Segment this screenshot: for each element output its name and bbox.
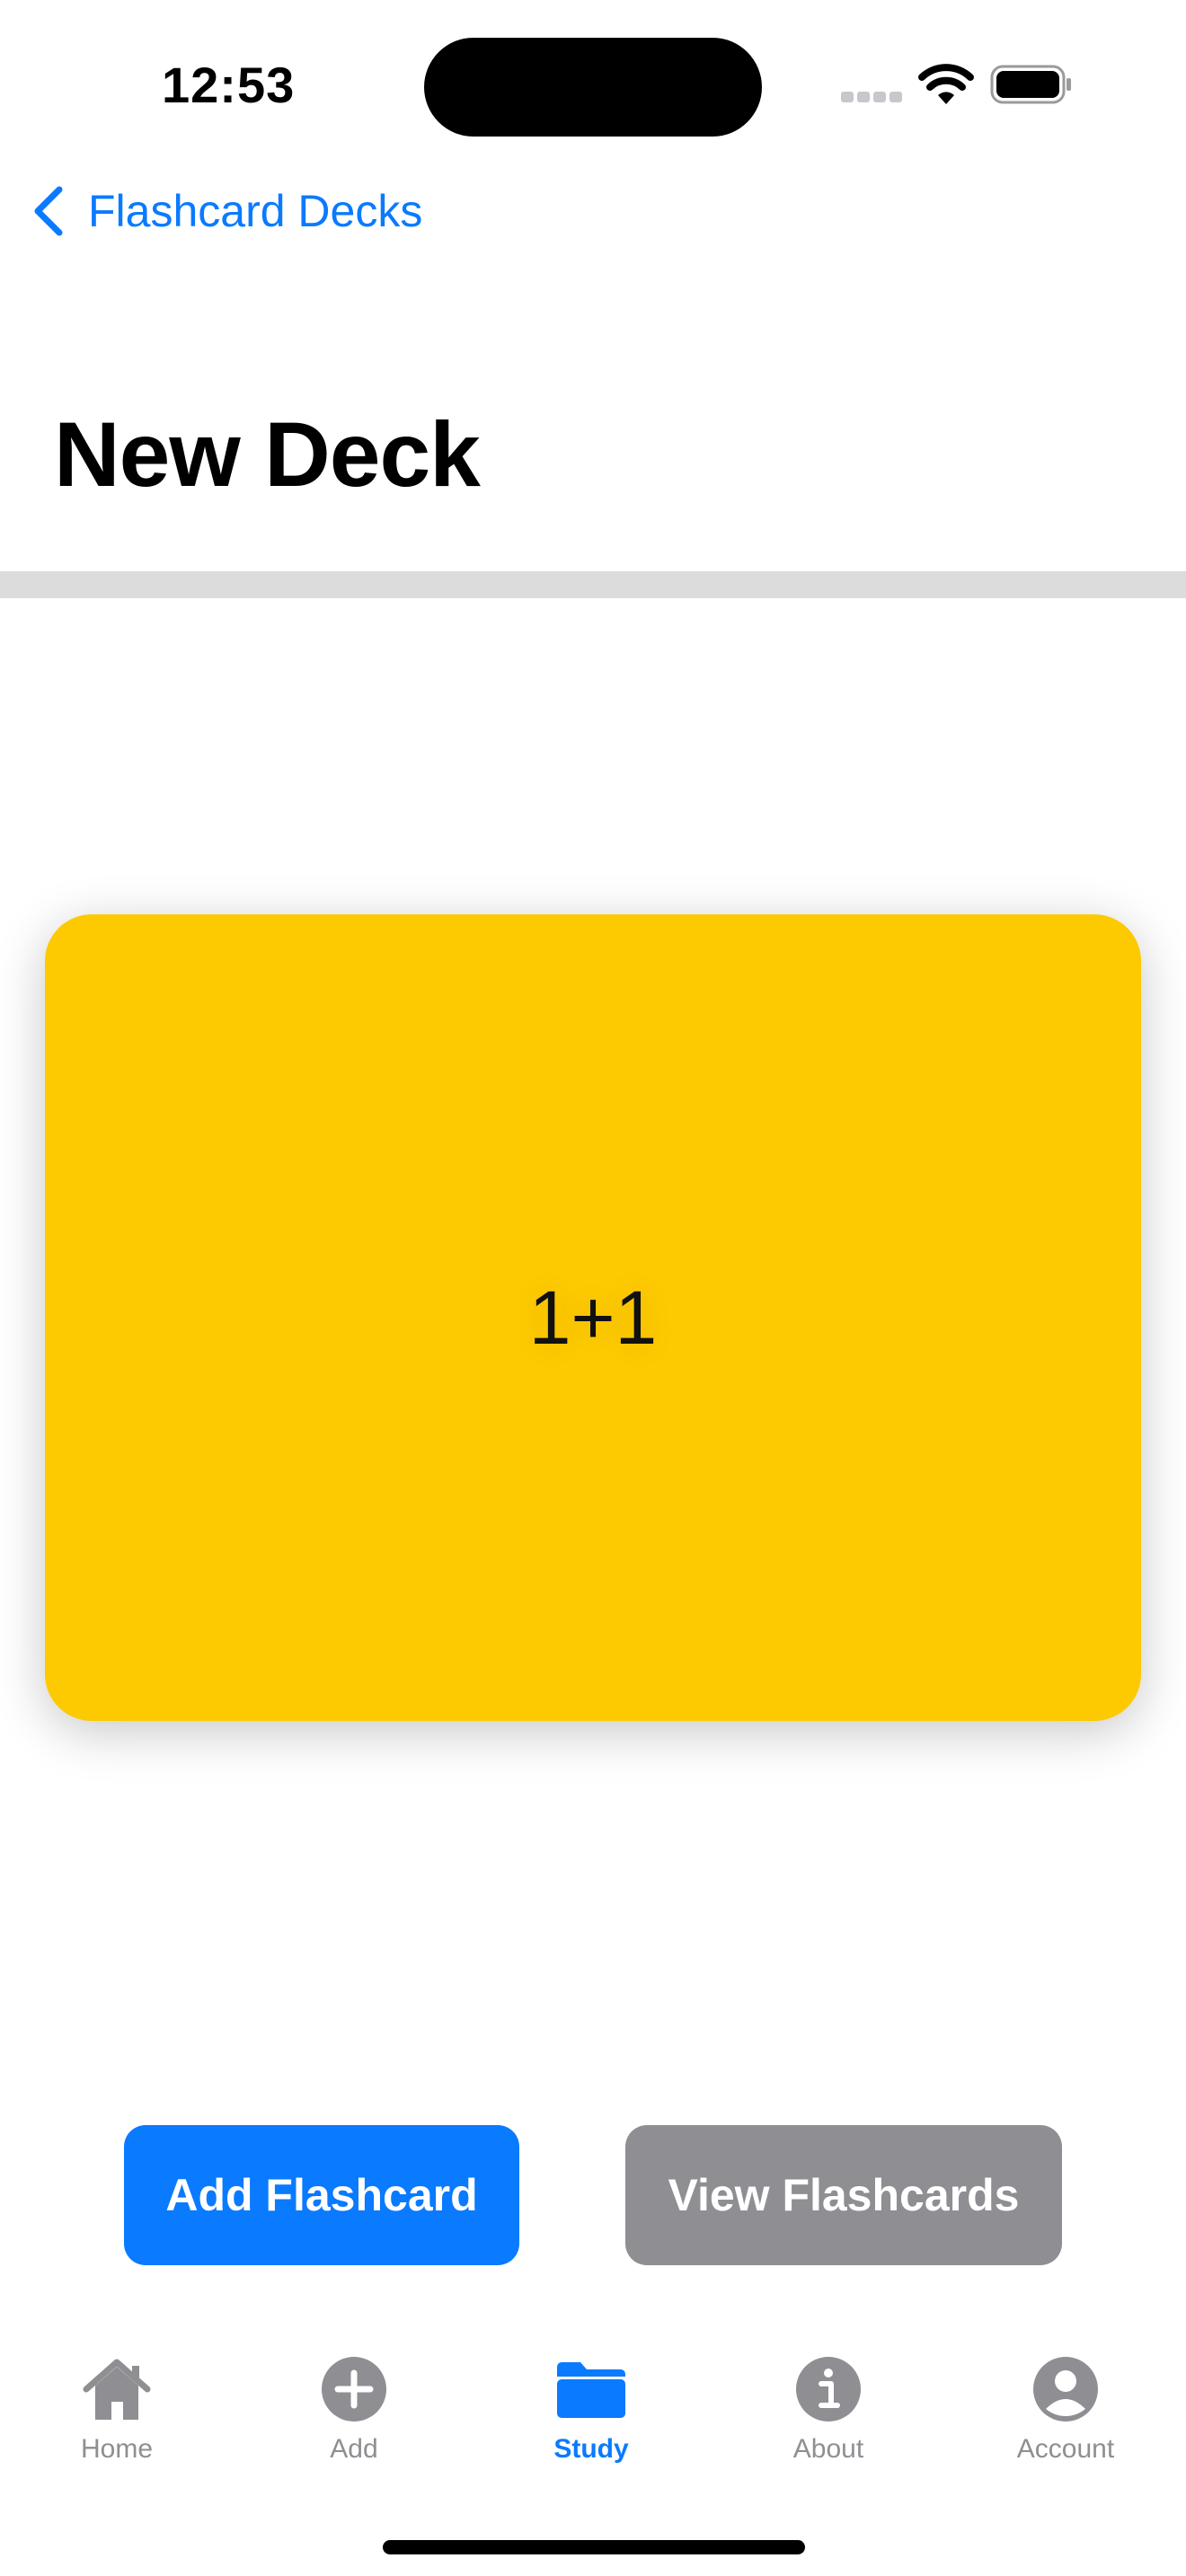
add-flashcard-button[interactable]: Add Flashcard [124,2125,519,2265]
folder-icon [557,2362,625,2418]
tab-add[interactable]: Add [264,2353,444,2488]
house-icon [83,2359,151,2420]
tab-label-account: Account [1016,2434,1115,2464]
view-flashcards-button[interactable]: View Flashcards [625,2125,1062,2265]
tab-label-study: Study [553,2434,629,2464]
info-circle-icon [796,2357,861,2422]
screen: 12:53 Flashcard Decks New Deck 1+1 Add F… [0,0,1186,2576]
back-button[interactable]: Flashcard Decks [31,180,422,243]
flashcard[interactable]: 1+1 [45,914,1141,1721]
tab-label-home: Home [80,2434,154,2464]
back-label: Flashcard Decks [88,186,423,236]
tab-about[interactable]: About [739,2353,918,2488]
tab-account[interactable]: Account [976,2353,1155,2488]
tab-label-about: About [792,2434,864,2464]
tab-study[interactable]: Study [501,2353,681,2488]
tab-bar: Home Add Study About Account [0,2353,1186,2488]
tab-label-add: Add [330,2434,378,2464]
chevron-left-icon [34,186,63,236]
home-indicator [383,2540,805,2554]
header-divider [0,571,1186,598]
person-circle-icon [1033,2357,1098,2422]
tab-home[interactable]: Home [27,2353,207,2488]
battery-icon [990,65,1071,104]
dynamic-island [424,38,762,137]
cellular-signal-icon [841,92,902,102]
wifi-icon [918,64,974,104]
status-time: 12:53 [162,57,296,113]
plus-circle-icon [322,2357,386,2422]
page-title: New Deck [54,403,481,506]
flashcard-text: 1+1 [528,1275,658,1360]
